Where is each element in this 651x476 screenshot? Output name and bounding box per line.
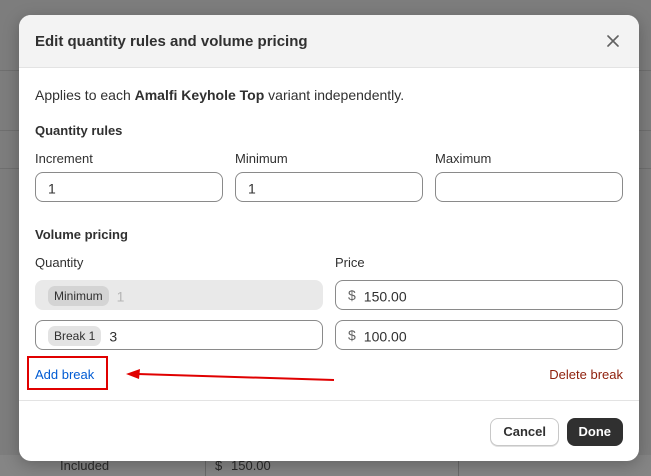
minimum-value: 1 (248, 180, 256, 197)
minimum-label: Minimum (235, 151, 288, 166)
intro-prefix: Applies to each (35, 87, 135, 103)
break-1-price-input[interactable]: $100.00 (335, 320, 623, 350)
done-button[interactable]: Done (566, 418, 623, 446)
annotation-highlight-box (27, 356, 108, 390)
intro-text: Applies to each Amalfi Keyhole Top varia… (35, 87, 404, 103)
currency-symbol: $ (348, 327, 356, 343)
delete-break-link[interactable]: Delete break (549, 367, 623, 382)
close-icon (607, 35, 619, 47)
intro-suffix: variant independently. (264, 87, 405, 103)
minimum-chip: Minimum (48, 286, 109, 307)
modal-title: Edit quantity rules and volume pricing (35, 33, 308, 50)
break-1-chip: Break 1 (48, 326, 102, 347)
product-name: Amalfi Keyhole Top (134, 87, 265, 103)
increment-value: 1 (48, 180, 56, 197)
increment-input[interactable]: 1 (35, 172, 223, 202)
modal-footer: Cancel Done (19, 400, 639, 461)
price-column-label: Price (335, 255, 365, 270)
quantity-rules-heading: Quantity rules (35, 123, 123, 138)
close-button[interactable] (601, 29, 625, 53)
edit-quantity-rules-modal: Edit quantity rules and volume pricing A… (19, 15, 639, 461)
cancel-button[interactable]: Cancel (490, 418, 559, 446)
minimum-quantity-value: 1 (116, 288, 125, 305)
increment-label: Increment (35, 151, 93, 166)
break-1-quantity-value: 3 (109, 328, 118, 345)
break-1-price-value: 100.00 (363, 328, 407, 345)
break-1-quantity-input[interactable]: Break 1 3 (35, 320, 323, 350)
minimum-quantity-input: Minimum 1 (35, 280, 323, 310)
minimum-price-value: 150.00 (363, 288, 407, 305)
annotation-arrow-icon (126, 369, 335, 381)
currency-symbol: $ (348, 287, 356, 303)
volume-pricing-heading: Volume pricing (35, 227, 128, 242)
quantity-column-label: Quantity (35, 255, 84, 270)
maximum-input[interactable] (435, 172, 623, 202)
minimum-input[interactable]: 1 (235, 172, 423, 202)
minimum-price-input[interactable]: $150.00 (335, 280, 623, 310)
maximum-label: Maximum (435, 151, 492, 166)
modal-header: Edit quantity rules and volume pricing (19, 15, 639, 68)
